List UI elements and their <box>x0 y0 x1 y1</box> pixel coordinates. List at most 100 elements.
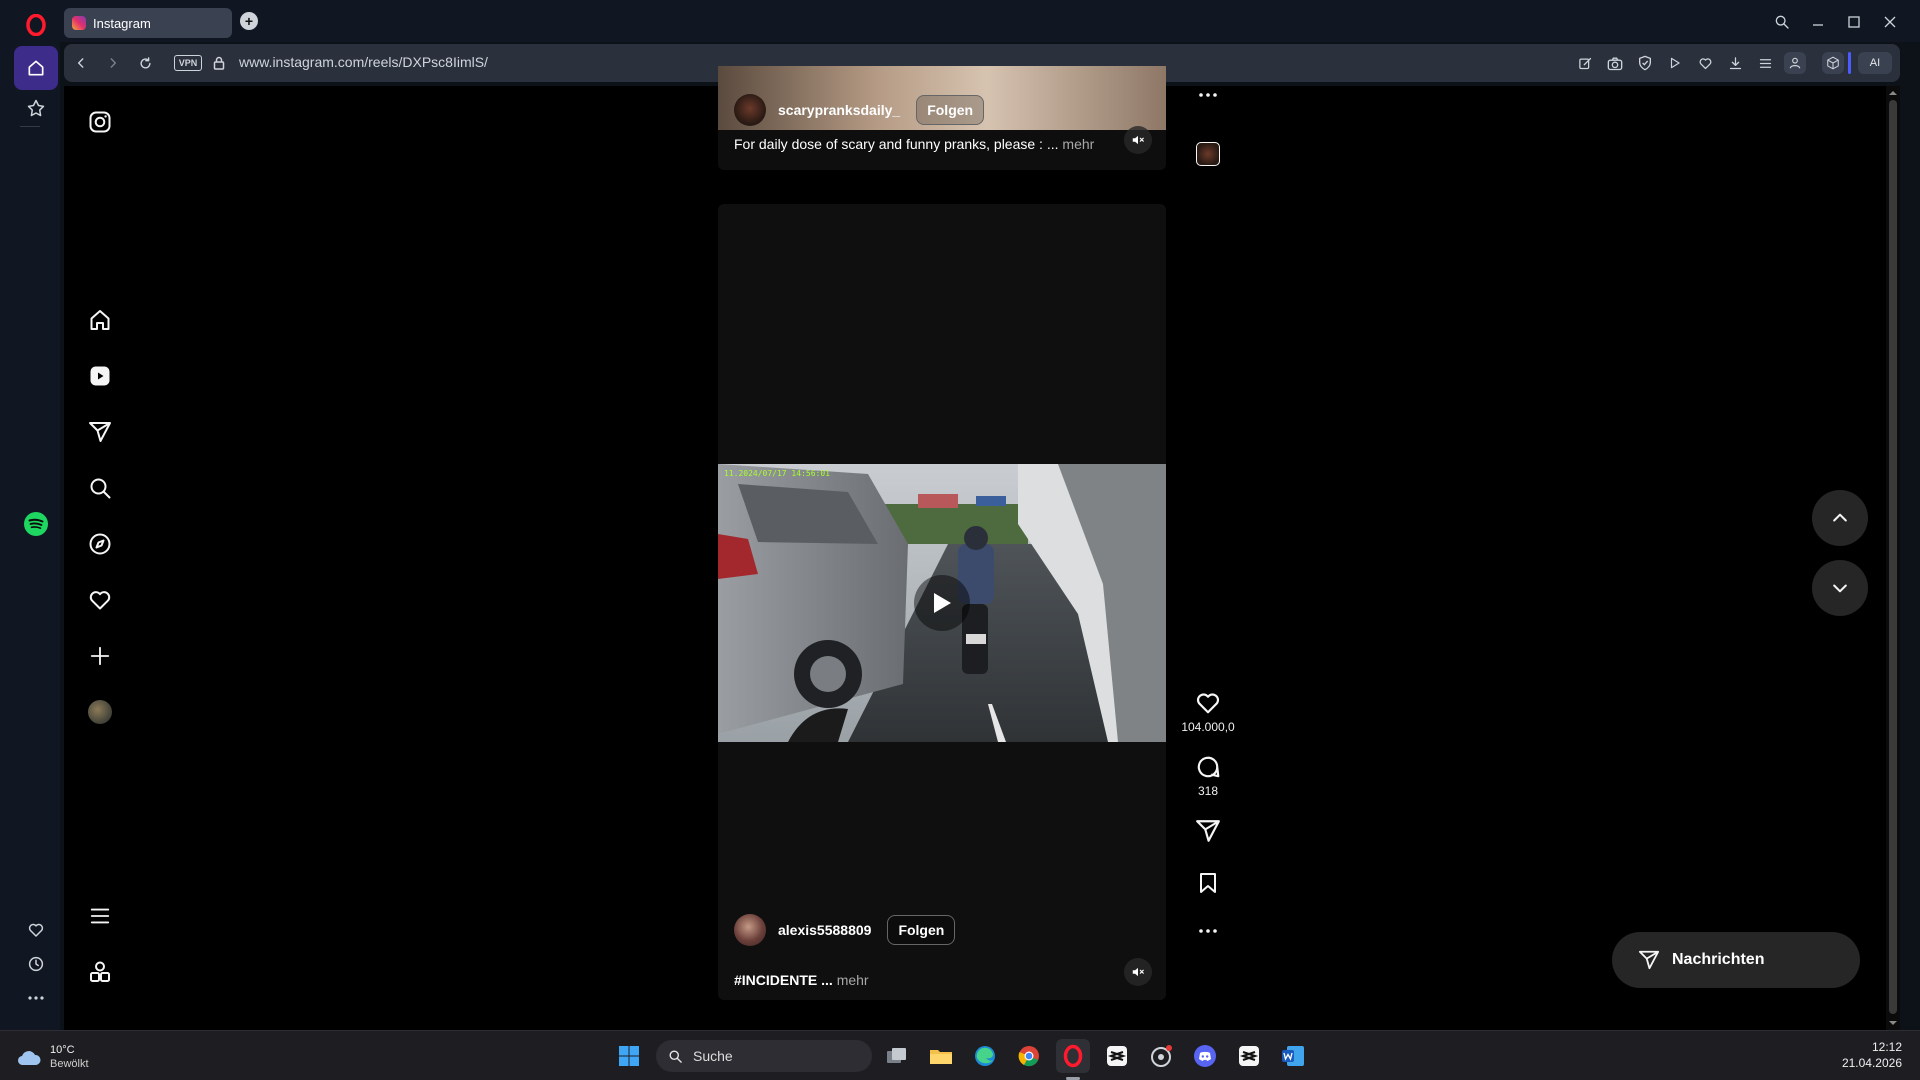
windows-taskbar: 10°C Bewölkt Suche 12:12 21.04.2026 <box>0 1030 1920 1080</box>
reel-previous[interactable]: scarypranksdaily_ Folgen For daily dose … <box>718 66 1166 170</box>
profile-avatar[interactable] <box>84 696 116 728</box>
home-sidebar-icon[interactable] <box>14 46 58 90</box>
mute-toggle-button[interactable] <box>1124 958 1152 986</box>
user-avatar[interactable] <box>734 914 766 946</box>
task-view-icon[interactable] <box>880 1039 914 1073</box>
messages-send-icon <box>1638 950 1660 970</box>
weather-desc: Bewölkt <box>50 1058 89 1070</box>
tab-instagram[interactable]: Instagram <box>64 8 232 38</box>
player-play-icon[interactable] <box>1664 52 1686 74</box>
windows-start-icon[interactable] <box>612 1039 646 1073</box>
aria-ai-button[interactable]: AI <box>1858 52 1892 74</box>
more-dots-icon[interactable] <box>14 976 58 1020</box>
messages-button[interactable]: Nachrichten <box>1612 932 1860 988</box>
reload-icon[interactable] <box>134 52 156 74</box>
reel-current[interactable]: 11.2024/07/17 14:56:01 alexis5588809 Fol… <box>718 204 1166 1000</box>
extensions-cube-icon[interactable] <box>1822 52 1844 74</box>
edit-icon[interactable] <box>1574 52 1596 74</box>
search-icon[interactable] <box>84 472 116 504</box>
like-action[interactable]: 104.000,0 <box>1181 690 1235 734</box>
reel-more-button[interactable] <box>1184 928 1232 934</box>
also-from-meta-icon[interactable] <box>84 956 116 988</box>
word-icon[interactable] <box>1276 1039 1310 1073</box>
comment-action[interactable]: 318 <box>1184 754 1232 798</box>
tab-bar <box>60 0 1920 42</box>
reel-previous-more-button[interactable] <box>1184 92 1232 98</box>
capcut-second-icon[interactable] <box>1232 1039 1266 1073</box>
chrome-icon[interactable] <box>1012 1039 1046 1073</box>
play-button[interactable] <box>914 575 970 631</box>
audio-thumbnail[interactable] <box>1196 142 1220 166</box>
reels-icon[interactable] <box>84 360 116 392</box>
capcut-icon[interactable] <box>1100 1039 1134 1073</box>
back-icon[interactable] <box>70 52 92 74</box>
new-tab-button[interactable]: + <box>240 12 258 30</box>
explore-compass-icon[interactable] <box>84 528 116 560</box>
share-action[interactable] <box>1184 818 1232 844</box>
clock-widget[interactable]: 12:12 21.04.2026 <box>1842 1039 1902 1071</box>
search-icon <box>669 1050 682 1063</box>
previous-reel-button[interactable] <box>1812 490 1868 546</box>
video-timestamp: 11.2024/07/17 14:56:01 <box>724 469 830 478</box>
page-scrollbar[interactable] <box>1886 86 1900 1030</box>
reel-caption: #INCIDENTE ... mehr <box>734 972 869 988</box>
follow-button[interactable]: Folgen <box>887 915 956 945</box>
save-action[interactable] <box>1184 870 1232 896</box>
chevron-up-icon <box>1833 513 1847 522</box>
file-explorer-icon[interactable] <box>924 1039 958 1073</box>
minimize-icon[interactable] <box>1806 10 1830 34</box>
weather-widget[interactable]: 10°C Bewölkt <box>16 1043 89 1071</box>
reel-caption: For daily dose of scary and funny pranks… <box>734 136 1094 152</box>
tab-title: Instagram <box>93 15 151 31</box>
share-send-icon <box>1196 820 1220 842</box>
url-input[interactable]: www.instagram.com/reels/DXPsc8IimlS/ <box>239 54 488 70</box>
reel-previous-user-row: scarypranksdaily_ Folgen <box>734 94 985 126</box>
more-dots-icon <box>1199 929 1217 933</box>
comment-count: 318 <box>1197 784 1219 798</box>
easy-setup-menu-icon[interactable] <box>1754 52 1776 74</box>
discord-icon[interactable] <box>1188 1039 1222 1073</box>
ai-label: AI <box>1869 57 1881 69</box>
follow-button[interactable]: Folgen <box>916 95 985 125</box>
reel-current-user-row: alexis5588809 Folgen <box>734 914 956 946</box>
next-reel-button[interactable] <box>1812 560 1868 616</box>
home-icon[interactable] <box>84 304 116 336</box>
bookmark-heart-icon[interactable] <box>1694 52 1716 74</box>
steam-notification-icon[interactable] <box>1144 1039 1178 1073</box>
notifications-heart-icon[interactable] <box>84 584 116 616</box>
snapshot-camera-icon[interactable] <box>1604 52 1626 74</box>
bookmark-icon <box>1200 873 1216 893</box>
vpn-badge[interactable]: VPN <box>174 55 202 71</box>
user-avatar[interactable] <box>734 94 766 126</box>
taskbar-search[interactable]: Suche <box>656 1040 872 1072</box>
lock-icon[interactable] <box>208 52 230 74</box>
more-link[interactable]: mehr <box>837 972 869 988</box>
profile-icon[interactable] <box>1784 52 1806 74</box>
reel-video[interactable]: 11.2024/07/17 14:56:01 <box>718 464 1166 742</box>
active-indicator <box>1848 52 1851 74</box>
more-menu-icon[interactable] <box>84 900 116 932</box>
messages-label: Nachrichten <box>1672 951 1765 968</box>
shield-icon[interactable] <box>1634 52 1656 74</box>
close-window-icon[interactable] <box>1878 10 1902 34</box>
more-link[interactable]: mehr <box>1062 136 1094 152</box>
scrollbar-thumb[interactable] <box>1889 100 1897 1014</box>
spotify-icon[interactable] <box>14 502 58 546</box>
clock-time: 12:12 <box>1871 1040 1902 1054</box>
create-plus-icon[interactable] <box>84 640 116 672</box>
opera-logo-icon[interactable] <box>14 6 58 44</box>
caption-text: For daily dose of scary and funny pranks… <box>734 136 1059 152</box>
mute-toggle-button[interactable] <box>1124 126 1152 154</box>
username[interactable]: scarypranksdaily_ <box>778 102 900 118</box>
download-icon[interactable] <box>1724 52 1746 74</box>
opera-taskbar-icon[interactable] <box>1056 1039 1090 1073</box>
edge-browser-icon[interactable] <box>968 1039 1002 1073</box>
maximize-icon[interactable] <box>1842 10 1866 34</box>
instagram-logo-icon[interactable] <box>84 106 116 138</box>
chevron-down-icon <box>1833 584 1847 593</box>
pinboard-icon[interactable] <box>14 86 58 130</box>
forward-icon[interactable] <box>102 52 124 74</box>
send-direct-icon[interactable] <box>84 416 116 448</box>
search-tabs-icon[interactable] <box>1770 10 1794 34</box>
username[interactable]: alexis5588809 <box>778 922 871 938</box>
